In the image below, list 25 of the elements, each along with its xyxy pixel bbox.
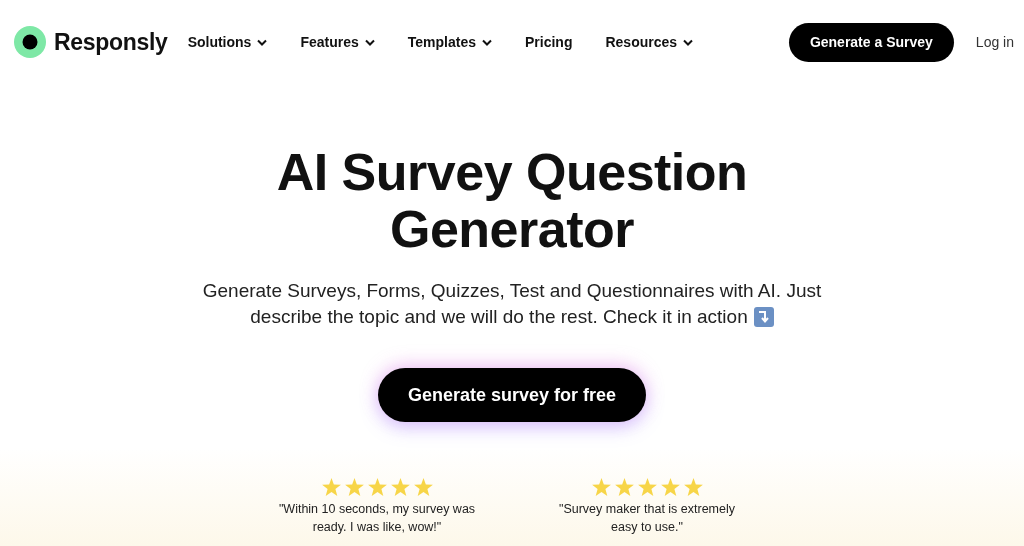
- logo-icon[interactable]: [14, 26, 46, 58]
- generate-free-button[interactable]: Generate survey for free: [378, 368, 646, 422]
- nav-link[interactable]: Templates: [407, 31, 492, 53]
- star-icon: [367, 478, 387, 496]
- star-icon: [637, 478, 657, 496]
- star-icon: [683, 478, 703, 496]
- star-icon: [321, 478, 341, 496]
- nav-link[interactable]: Solutions: [187, 31, 268, 53]
- star-icon: [413, 478, 433, 496]
- hero-title: AI Survey Question Generator: [275, 144, 749, 258]
- nav-link[interactable]: Features: [300, 31, 375, 53]
- star-icon: [344, 478, 364, 496]
- nav-link[interactable]: Pricing: [525, 31, 573, 53]
- generate-survey-button[interactable]: Generate a Survey: [788, 22, 954, 62]
- review-quote: "Survey maker that is extremely easy to use.": [558, 501, 736, 536]
- brand-name[interactable]: Responsly: [54, 24, 168, 60]
- review-quote: "Within 10 seconds, my survey was ready. I was like, wow!": [277, 501, 477, 536]
- hero-description: describe the topic and we will do the rest. Check it in action: [250, 305, 748, 329]
- star-icon: [660, 478, 680, 496]
- star-icon: [390, 478, 410, 496]
- star-icon: [591, 478, 611, 496]
- star-icon: [614, 478, 634, 496]
- nav-link[interactable]: Resources: [605, 31, 694, 53]
- login-link[interactable]: Log in: [975, 31, 1014, 53]
- hero-description: Generate Surveys, Forms, Quizzes, Test and Questionnaires with AI. Just: [202, 279, 822, 303]
